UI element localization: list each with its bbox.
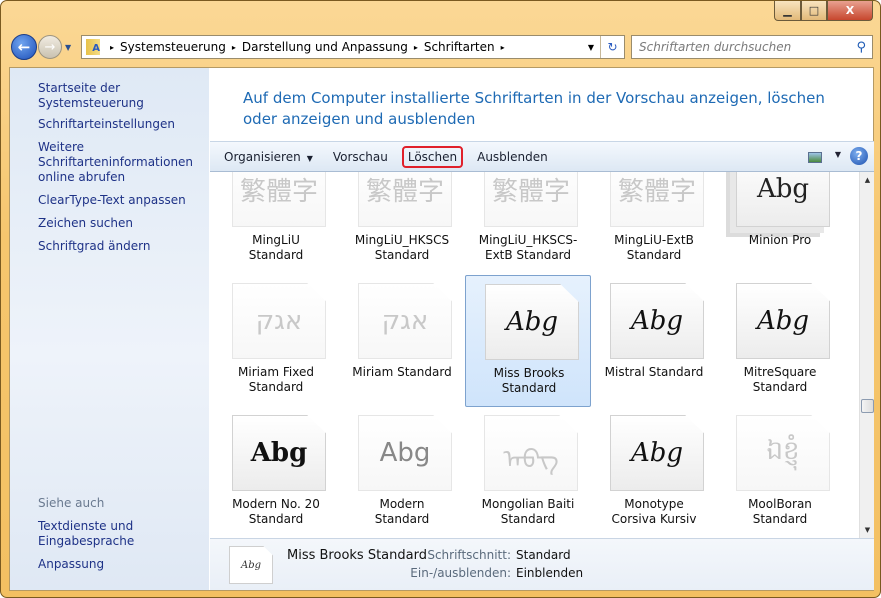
- font-name-label: Modern No. 20 Standard: [232, 497, 320, 526]
- preview-button[interactable]: Vorschau: [327, 147, 394, 167]
- chevron-right-icon[interactable]: ▸: [414, 43, 418, 52]
- font-name-label: Miss Brooks Standard: [493, 366, 565, 395]
- font-preview-icon: ᠠᠪᠭ: [484, 415, 578, 491]
- hide-button[interactable]: Ausblenden: [471, 147, 554, 167]
- font-name-label: Minion Pro: [748, 233, 812, 247]
- details-pane: Abg Miss Brooks Standard Schriftschnitt:…: [210, 538, 874, 590]
- font-item[interactable]: אגק Miriam Fixed Standard: [213, 275, 339, 407]
- font-grid: 繁體字 MingLiU Standard 繁體字 MingLiU_HKSCS Stan…: [210, 172, 858, 538]
- page-title: Auf dem Computer installierte Schriftart…: [243, 89, 825, 128]
- sidebar-link-cleartype[interactable]: ClearType-Text anpassen: [38, 193, 208, 208]
- font-item[interactable]: 繁體字 MingLiU Standard: [213, 172, 339, 275]
- close-button[interactable]: X: [827, 1, 873, 21]
- sidebar-link-font-size[interactable]: Schriftgrad ändern: [38, 239, 208, 254]
- font-name-label: Mistral Standard: [604, 365, 704, 379]
- font-name-label: MingLiU Standard: [248, 233, 304, 262]
- font-preview-icon: Abg: [232, 415, 326, 491]
- font-preview-icon: 繁體字: [610, 172, 704, 227]
- command-bar: Organisieren ▼ Vorschau Löschen Ausblende…: [210, 141, 874, 172]
- font-preview-icon: Abg: [358, 415, 452, 491]
- fonts-folder-icon: A: [86, 39, 100, 55]
- visibility-label: Ein-/ausblenden:: [410, 566, 511, 580]
- maximize-button[interactable]: □: [801, 1, 827, 21]
- sidebar-link-personalization[interactable]: Anpassung: [38, 557, 208, 572]
- font-item[interactable]: ឯខ្ញុំ MoolBoran Standard: [717, 407, 843, 538]
- font-item[interactable]: Abg Miss Brooks Standard: [465, 275, 591, 407]
- font-name-label: Modern Standard: [374, 497, 430, 526]
- font-preview-icon: Abg: [736, 283, 830, 359]
- breadcrumb-schriftarten[interactable]: Schriftarten: [424, 40, 495, 54]
- task-pane: Startseite der Systemsteuerung Schriftar…: [10, 68, 209, 590]
- font-name-label: MingLiU_HKSCS Standard: [354, 233, 450, 262]
- refresh-button[interactable]: ↻: [600, 36, 624, 58]
- font-name-label: Mongolian Baiti Standard: [481, 497, 575, 526]
- selected-font-preview-icon: Abg: [229, 546, 273, 584]
- scrollbar-thumb[interactable]: [861, 399, 874, 413]
- font-item[interactable]: ᠠᠪᠭ Mongolian Baiti Standard: [465, 407, 591, 538]
- sidebar-link-home[interactable]: Startseite der Systemsteuerung: [38, 81, 208, 111]
- font-item[interactable]: Abg Modern Standard: [339, 407, 465, 538]
- font-item[interactable]: Abg Monotype Corsiva Kursiv: [591, 407, 717, 538]
- font-preview-icon: 繁體字: [358, 172, 452, 227]
- font-preview-icon: אגק: [358, 283, 452, 359]
- search-placeholder: Schriftarten durchsuchen: [639, 40, 792, 54]
- font-item[interactable]: Abg Mistral Standard: [591, 275, 717, 407]
- font-preview-icon: ឯខ្ញុំ: [736, 415, 830, 491]
- font-item[interactable]: Abg Minion Pro: [717, 172, 843, 275]
- explorer-window: ▁ □ X ← → ▼ A ▸ Systemsteuerung ▸ Darste…: [0, 0, 881, 598]
- font-name-label: Miriam Standard: [352, 365, 452, 379]
- recent-pages-dropdown[interactable]: ▼: [65, 43, 71, 52]
- sidebar-link-text-services[interactable]: Textdienste und Eingabesprache: [38, 519, 168, 549]
- address-bar[interactable]: A ▸ Systemsteuerung ▸ Darstellung und An…: [81, 35, 625, 59]
- chevron-down-icon: ▼: [306, 153, 313, 163]
- search-input[interactable]: Schriftarten durchsuchen ⚲: [631, 35, 873, 59]
- sidebar-link-find-character[interactable]: Zeichen suchen: [38, 216, 208, 231]
- font-name-label: MitreSquare Standard: [743, 365, 817, 394]
- sidebar-link-more-info[interactable]: Weitere Schriftarteninformationen online…: [38, 140, 193, 185]
- font-name-label: MingLiU_HKSCS-ExtB Standard: [478, 233, 578, 262]
- minimize-button[interactable]: ▁: [774, 1, 801, 21]
- vertical-scrollbar[interactable]: ▲ ▼: [859, 172, 874, 538]
- font-preview-icon: Abg: [736, 172, 830, 227]
- scroll-down-button[interactable]: ▼: [860, 522, 875, 538]
- organize-label: Organisieren: [224, 149, 301, 164]
- back-button[interactable]: ←: [11, 34, 37, 60]
- font-item[interactable]: 繁體字 MingLiU_HKSCS Standard: [339, 172, 465, 275]
- font-item[interactable]: Abg Modern No. 20 Standard: [213, 407, 339, 538]
- font-preview-icon: 繁體字: [232, 172, 326, 227]
- font-preview-icon: Abg: [485, 284, 579, 360]
- font-preview-icon: אגק: [232, 283, 326, 359]
- chevron-right-icon[interactable]: ▸: [501, 43, 505, 52]
- search-icon[interactable]: ⚲: [856, 40, 866, 55]
- breadcrumb-darstellung[interactable]: Darstellung und Anpassung: [242, 40, 408, 54]
- breadcrumb-systemsteuerung[interactable]: Systemsteuerung: [120, 40, 226, 54]
- style-label: Schriftschnitt:: [427, 548, 511, 562]
- sidebar-link-font-settings[interactable]: Schriftarteinstellungen: [38, 117, 208, 132]
- font-preview-icon: 繁體字: [484, 172, 578, 227]
- delete-button[interactable]: Löschen: [401, 145, 464, 168]
- organize-button[interactable]: Organisieren ▼: [218, 147, 319, 167]
- font-name-label: Monotype Corsiva Kursiv: [611, 497, 697, 526]
- font-item[interactable]: 繁體字 MingLiU-ExtB Standard: [591, 172, 717, 275]
- font-preview-icon: Abg: [610, 283, 704, 359]
- change-view-icon[interactable]: [808, 152, 822, 163]
- visibility-value: Einblenden: [516, 566, 584, 580]
- font-item[interactable]: 繁體字 MingLiU_HKSCS-ExtB Standard: [465, 172, 591, 275]
- address-dropdown-icon[interactable]: ▼: [588, 43, 594, 52]
- forward-button[interactable]: →: [38, 35, 62, 59]
- font-name-label: MoolBoran Standard: [748, 497, 812, 526]
- help-icon[interactable]: ?: [850, 147, 868, 165]
- font-item[interactable]: אגק Miriam Standard: [339, 275, 465, 407]
- style-value: Standard: [516, 548, 571, 562]
- font-name-label: Miriam Fixed Standard: [238, 365, 314, 394]
- font-preview-icon: Abg: [610, 415, 704, 491]
- font-item[interactable]: Abg MitreSquare Standard: [717, 275, 843, 407]
- chevron-right-icon[interactable]: ▸: [232, 43, 236, 52]
- see-also-heading: Siehe auch: [38, 496, 105, 510]
- font-name-label: MingLiU-ExtB Standard: [614, 233, 694, 262]
- view-dropdown-icon[interactable]: ▼: [835, 150, 841, 159]
- chevron-right-icon[interactable]: ▸: [110, 43, 114, 52]
- scroll-up-button[interactable]: ▲: [860, 172, 875, 188]
